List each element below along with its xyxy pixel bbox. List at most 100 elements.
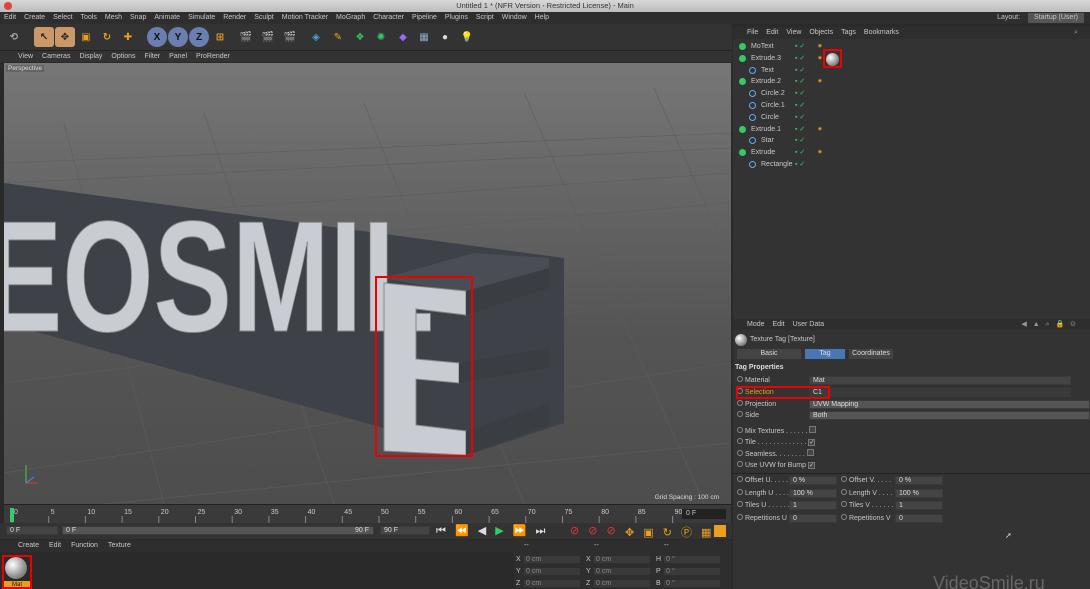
projection-dropdown[interactable]: UVW Mapping xyxy=(809,400,1090,409)
seamless-anim-dot[interactable] xyxy=(737,450,743,456)
menu-simulate[interactable]: Simulate xyxy=(184,12,219,24)
offset-v-anim-dot[interactable] xyxy=(841,476,847,482)
viewport-menu-options[interactable]: Options xyxy=(111,53,135,60)
rep-v-field[interactable]: 0 xyxy=(895,514,943,523)
menu-mograph[interactable]: MoGraph xyxy=(332,12,369,24)
x-axis-icon[interactable]: X xyxy=(147,27,167,47)
subdivision-icon[interactable]: ❖ xyxy=(350,27,370,47)
cube-icon[interactable]: ◈ xyxy=(306,27,326,47)
tiles-u-anim-dot[interactable] xyxy=(737,501,743,507)
visibility-toggles[interactable]: ▪ ✓ xyxy=(795,135,805,147)
end-frame-field[interactable]: 90 F xyxy=(380,526,430,535)
render-picture-viewer-icon[interactable]: 🎬 xyxy=(258,27,278,47)
tag-icon[interactable]: ⁕ xyxy=(817,41,823,53)
tile-checkbox[interactable]: ✓ xyxy=(808,439,816,446)
material-menu-function[interactable]: Function xyxy=(71,542,98,549)
attribute-nav-icons[interactable]: ◀ ▲ ⌕ 🔒 ⊙ xyxy=(1021,319,1078,330)
y-axis-icon[interactable]: Y xyxy=(168,27,188,47)
length-v-field[interactable]: 100 % xyxy=(895,489,943,498)
tile-anim-dot[interactable] xyxy=(737,438,743,444)
tag-icon[interactable]: ⁕ xyxy=(817,147,823,159)
projection-anim-dot[interactable] xyxy=(737,400,743,406)
z-axis-icon[interactable]: Z xyxy=(189,27,209,47)
visibility-toggles[interactable]: ▪ ✓ xyxy=(795,41,805,53)
visibility-toggles[interactable]: ▪ ✓ xyxy=(795,65,805,77)
visibility-toggles[interactable]: ▪ ✓ xyxy=(795,112,805,124)
object-row[interactable]: Circle.2 ▪ ✓ xyxy=(733,88,1090,100)
menu-sculpt[interactable]: Sculpt xyxy=(250,12,277,24)
object-row[interactable]: Circle ▪ ✓ xyxy=(733,112,1090,124)
coordinate-system-icon[interactable]: ⊞ xyxy=(210,27,230,47)
tag-icon[interactable]: ⁕ xyxy=(817,124,823,136)
mix-textures-checkbox[interactable] xyxy=(809,426,817,433)
play-icon[interactable]: ▶ xyxy=(495,525,506,537)
playhead[interactable] xyxy=(10,508,14,522)
array-icon[interactable]: ✺ xyxy=(371,27,391,47)
tab-coordinates[interactable]: Coordinates xyxy=(849,349,893,359)
menu-script[interactable]: Script xyxy=(472,12,498,24)
object-row[interactable]: Star ▪ ✓ xyxy=(733,135,1090,147)
object-menu-objects[interactable]: Objects xyxy=(809,29,833,36)
undo-icon[interactable]: ⟲ xyxy=(4,27,24,47)
keyframe-mode-icons[interactable]: ✥ ▣ ↻ Ⓟ ▦ xyxy=(625,524,714,540)
coord-value-field[interactable]: 0 ° xyxy=(664,568,720,575)
visibility-toggles[interactable]: ▪ ✓ xyxy=(795,76,805,88)
coord-value-field[interactable]: 0 cm xyxy=(594,580,650,587)
length-v-anim-dot[interactable] xyxy=(841,489,847,495)
viewport-menu-prorender[interactable]: ProRender xyxy=(196,53,230,60)
rep-u-field[interactable]: 0 xyxy=(789,514,837,523)
object-menu-edit[interactable]: Edit xyxy=(766,29,778,36)
object-menu-file[interactable]: File xyxy=(747,29,758,36)
timeline-menu-icon[interactable] xyxy=(714,525,726,537)
rotate-tool-icon[interactable]: ↻ xyxy=(97,27,117,47)
3d-viewport[interactable]: EOSMIL Perspective Grid Spacing : 100 cm xyxy=(4,63,731,504)
selection-field[interactable]: C1 xyxy=(809,388,1071,397)
tag-icon[interactable]: ⁕ xyxy=(817,53,823,65)
coord-value-field[interactable]: 0 cm xyxy=(594,568,650,575)
uvw-bump-anim-dot[interactable] xyxy=(737,461,743,467)
object-row[interactable]: Rectangle ▪ ✓ xyxy=(733,159,1090,171)
object-row[interactable]: MoText ▪ ✓ ⁕ xyxy=(733,41,1090,53)
material-menu-edit[interactable]: Edit xyxy=(49,542,61,549)
object-row[interactable]: Text ▪ ✓ xyxy=(733,65,1090,77)
side-dropdown[interactable]: Both xyxy=(809,411,1090,420)
scale-tool-icon[interactable]: ▣ xyxy=(76,27,96,47)
layout-value[interactable]: Startup (User) xyxy=(1028,13,1084,23)
menu-render[interactable]: Render xyxy=(219,12,250,24)
viewport-menu-display[interactable]: Display xyxy=(79,53,102,60)
render-settings-icon[interactable]: 🎬 xyxy=(280,27,300,47)
tiles-v-anim-dot[interactable] xyxy=(841,501,847,507)
object-menu-bookmarks[interactable]: Bookmarks xyxy=(864,29,899,36)
material-menu-create[interactable]: Create xyxy=(18,542,39,549)
visibility-toggles[interactable]: ▪ ✓ xyxy=(795,88,805,100)
tiles-u-field[interactable]: 1 xyxy=(789,501,837,510)
mix-anim-dot[interactable] xyxy=(737,427,743,433)
menu-tools[interactable]: Tools xyxy=(77,12,101,24)
offset-u-anim-dot[interactable] xyxy=(737,476,743,482)
preview-range-slider[interactable]: 0 F 90 F xyxy=(62,526,374,535)
close-window-icon[interactable] xyxy=(4,2,12,10)
menu-create[interactable]: Create xyxy=(20,12,49,24)
menu-select[interactable]: Select xyxy=(49,12,76,24)
coord-value-field[interactable]: 0 ° xyxy=(664,580,720,587)
start-frame-field[interactable]: 0 F xyxy=(6,526,58,535)
timeline[interactable]: 0 5 10 15 20 25 30 35 40 45 50 55 60 65 70 75 80 85 90 0 F xyxy=(4,504,731,523)
move-tool-icon[interactable]: ✥ xyxy=(55,27,75,47)
visibility-toggles[interactable]: ▪ ✓ xyxy=(795,53,805,65)
viewport-menu-view[interactable]: View xyxy=(18,53,33,60)
object-row[interactable]: Extrude.1 ▪ ✓ ⁕ xyxy=(733,124,1090,136)
offset-v-field[interactable]: 0 % xyxy=(895,476,943,485)
visibility-toggles[interactable]: ▪ ✓ xyxy=(795,100,805,112)
rep-v-anim-dot[interactable] xyxy=(841,514,847,520)
object-row[interactable]: Extrude.3 ▪ ✓ ⁕ xyxy=(733,53,1090,65)
tab-tag[interactable]: Tag xyxy=(805,349,845,359)
visibility-toggles[interactable]: ▪ ✓ xyxy=(795,147,805,159)
current-frame-field[interactable]: 0 F xyxy=(682,509,726,519)
render-view-icon[interactable]: 🎬 xyxy=(236,27,256,47)
coord-value-field[interactable]: 0 cm xyxy=(524,568,580,575)
playback-controls[interactable]: ⏮ ⏪ ◀ ▶ ⏩ ⏭ xyxy=(436,524,548,538)
side-anim-dot[interactable] xyxy=(737,411,743,417)
uvw-bump-checkbox[interactable]: ✓ xyxy=(807,462,815,469)
menu-character[interactable]: Character xyxy=(369,12,408,24)
visibility-toggles[interactable]: ▪ ✓ xyxy=(795,124,805,136)
